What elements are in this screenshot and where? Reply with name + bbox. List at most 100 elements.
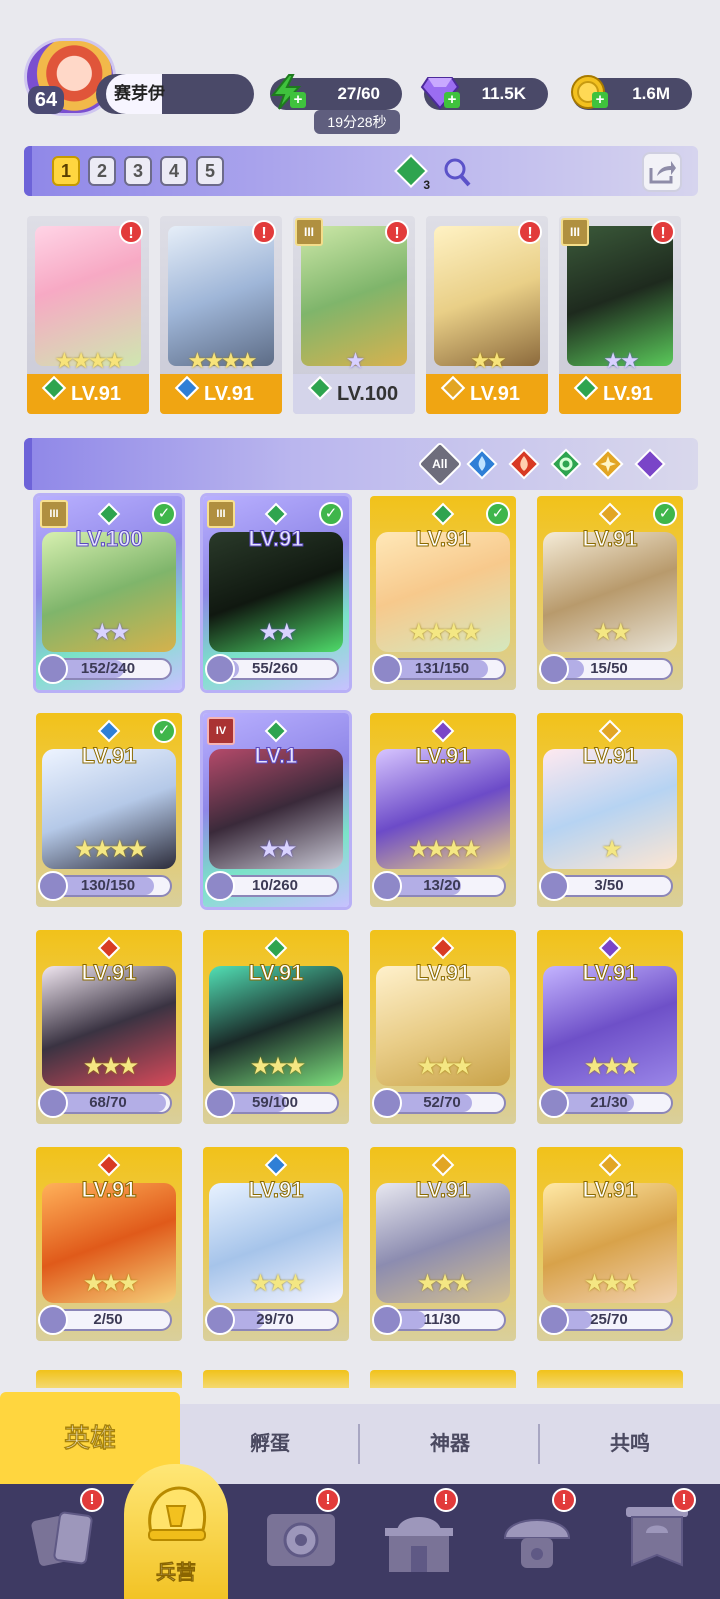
shard-progress-bar: 21/30 — [539, 1088, 673, 1118]
hero-card[interactable]: LV.91 ★★★ 25/70 — [537, 1147, 683, 1341]
nav-map-book[interactable]: ! — [256, 1488, 346, 1584]
filter-dark-button[interactable] — [632, 446, 668, 482]
hero-stars: ★★★ — [583, 1053, 641, 1080]
nav-alert-badge: ! — [552, 1488, 576, 1512]
checkmark-icon: ✓ — [653, 502, 677, 526]
fire-element-icon — [508, 448, 540, 480]
hero-card[interactable]: LV.91 ★★★ 68/70 — [36, 930, 182, 1124]
nav-castle[interactable]: ! — [374, 1488, 464, 1584]
hero-level: LV.91 — [582, 743, 638, 769]
team-tab-3[interactable]: 3 — [124, 156, 152, 186]
hero-portrait — [301, 226, 407, 366]
nav-alert-badge: ! — [316, 1488, 340, 1512]
filter-light-button[interactable] — [590, 446, 626, 482]
hero-card[interactable]: LV.91 ★★ 15/50 ✓ — [537, 496, 683, 690]
nav-alert-badge: ! — [672, 1488, 696, 1512]
add-gems-icon[interactable]: + — [444, 92, 460, 108]
team-tab-1[interactable]: 1 — [52, 156, 80, 186]
hero-card[interactable]: LV.100 ★★ 152/240 ✓ III — [36, 496, 182, 690]
hero-portrait — [434, 226, 540, 366]
hero-stars: ★★★ — [416, 1270, 474, 1297]
hero-card[interactable]: LV.91 ★★★ 21/30 — [537, 930, 683, 1124]
team-tab-5[interactable]: 5 — [196, 156, 224, 186]
shard-progress-bar: 2/50 — [38, 1305, 172, 1335]
gold-value: 1.6M — [632, 84, 670, 103]
team-tab-4[interactable]: 4 — [160, 156, 188, 186]
nav-guild-banner[interactable]: ! — [612, 1488, 702, 1584]
team-element-bonus-icon[interactable]: 3 — [394, 154, 430, 192]
team-slot[interactable]: ★★★★ LV.91! — [27, 216, 149, 414]
hero-card[interactable]: LV.1 ★★ 10/260 IV — [203, 713, 349, 907]
player-name-pill[interactable]: 赛芽伊 — [96, 74, 254, 114]
team-slot[interactable]: ★★ LV.91! — [426, 216, 548, 414]
checkmark-icon: ✓ — [152, 719, 176, 743]
share-button[interactable] — [642, 152, 682, 192]
team-slot[interactable]: ★★★★ LV.91! — [160, 216, 282, 414]
hero-card[interactable]: LV.91 ★★★ 59/100 — [203, 930, 349, 1124]
filter-fire-button[interactable] — [506, 446, 542, 482]
team-tab-2[interactable]: 2 — [88, 156, 116, 186]
magnify-icon[interactable] — [442, 154, 472, 193]
energy-pill[interactable]: + 27/60 — [270, 74, 402, 110]
hero-level: LV.91 — [415, 526, 471, 552]
hero-card[interactable]: LV.91 ★★★ 29/70 — [203, 1147, 349, 1341]
hero-level: LV.91 — [470, 383, 521, 405]
hero-stars: ★★★★ — [73, 836, 148, 863]
filter-wind-button[interactable] — [548, 446, 584, 482]
shard-icon — [539, 654, 569, 684]
add-energy-icon[interactable]: + — [290, 92, 306, 108]
team-bonus-count: 3 — [423, 178, 430, 192]
team-selector-bar: 1 2 3 4 5 3 — [24, 146, 698, 196]
team-slot[interactable]: ★★ LV.91! III — [559, 216, 681, 414]
shard-progress-bar: 11/30 — [372, 1305, 506, 1335]
tier-badge: III — [40, 500, 68, 528]
hero-card[interactable]: LV.91 ★★★ 52/70 — [370, 930, 516, 1124]
hero-stars: ★★★ — [82, 1053, 140, 1080]
shard-progress-bar: 59/100 — [205, 1088, 339, 1118]
hero-card[interactable]: LV.91 ★★★ 11/30 — [370, 1147, 516, 1341]
tab-resonance[interactable]: 共鸣 — [540, 1404, 720, 1484]
barracks-helmet-icon — [148, 1486, 206, 1541]
team-slot[interactable]: ★ LV.100! III — [293, 216, 415, 414]
tab-hatch[interactable]: 孵蛋 — [180, 1404, 360, 1484]
checkmark-icon: ✓ — [319, 502, 343, 526]
gems-pill[interactable]: + 11.5K — [420, 77, 548, 110]
share-icon — [649, 161, 676, 184]
hero-card-peek — [370, 1370, 516, 1388]
shard-progress-bar: 52/70 — [372, 1088, 506, 1118]
water-element-icon — [174, 375, 200, 406]
hero-card[interactable]: LV.91 ★★★★ 131/150 ✓ — [370, 496, 516, 690]
lightning-icon: + — [264, 70, 308, 114]
nav-cards[interactable]: ! — [20, 1488, 110, 1584]
hero-card[interactable]: LV.91 ★★★★ 13/20 — [370, 713, 516, 907]
shard-count: 29/70 — [256, 1311, 294, 1328]
shard-count: 11/30 — [423, 1311, 461, 1328]
shard-icon — [205, 1305, 235, 1335]
hero-card[interactable]: LV.91 ★★★★ 130/150 ✓ — [36, 713, 182, 907]
add-gold-icon[interactable]: + — [592, 92, 608, 108]
nav-alert-badge: ! — [434, 1488, 458, 1512]
player-name: 赛芽伊 — [114, 84, 165, 103]
tier-badge: IV — [207, 717, 235, 745]
hero-level: LV.91 — [415, 960, 471, 986]
top-bar: 64 赛芽伊 + 27/60 19分28秒 + 11.5K + 1.6M — [0, 0, 720, 140]
filter-all-button[interactable]: All — [417, 441, 463, 487]
gold-pill[interactable]: + 1.6M — [571, 75, 692, 110]
shard-progress-bar: 68/70 — [38, 1088, 172, 1118]
nav-barracks[interactable]: 兵营 — [124, 1464, 228, 1599]
tier-badge: III — [561, 218, 589, 246]
hero-card[interactable]: LV.91 ★★★ 2/50 — [36, 1147, 182, 1341]
hero-card[interactable]: LV.91 ★★ 55/260 ✓ III — [203, 496, 349, 690]
tab-artifacts[interactable]: 神器 — [360, 1404, 540, 1484]
nav-mushroom[interactable]: ! — [492, 1488, 582, 1584]
filter-water-button[interactable] — [464, 446, 500, 482]
shard-count: 2/50 — [93, 1311, 123, 1328]
shard-progress-bar: 130/150 — [38, 871, 172, 901]
shard-progress-bar: 13/20 — [372, 871, 506, 901]
hero-card[interactable]: LV.91 ★ 3/50 — [537, 713, 683, 907]
shard-count: 152/240 — [80, 660, 136, 677]
shard-count: 68/70 — [89, 1094, 127, 1111]
shard-count: 131/150 — [414, 660, 470, 677]
hero-portrait — [168, 226, 274, 366]
hero-level: LV.91 — [204, 383, 255, 405]
